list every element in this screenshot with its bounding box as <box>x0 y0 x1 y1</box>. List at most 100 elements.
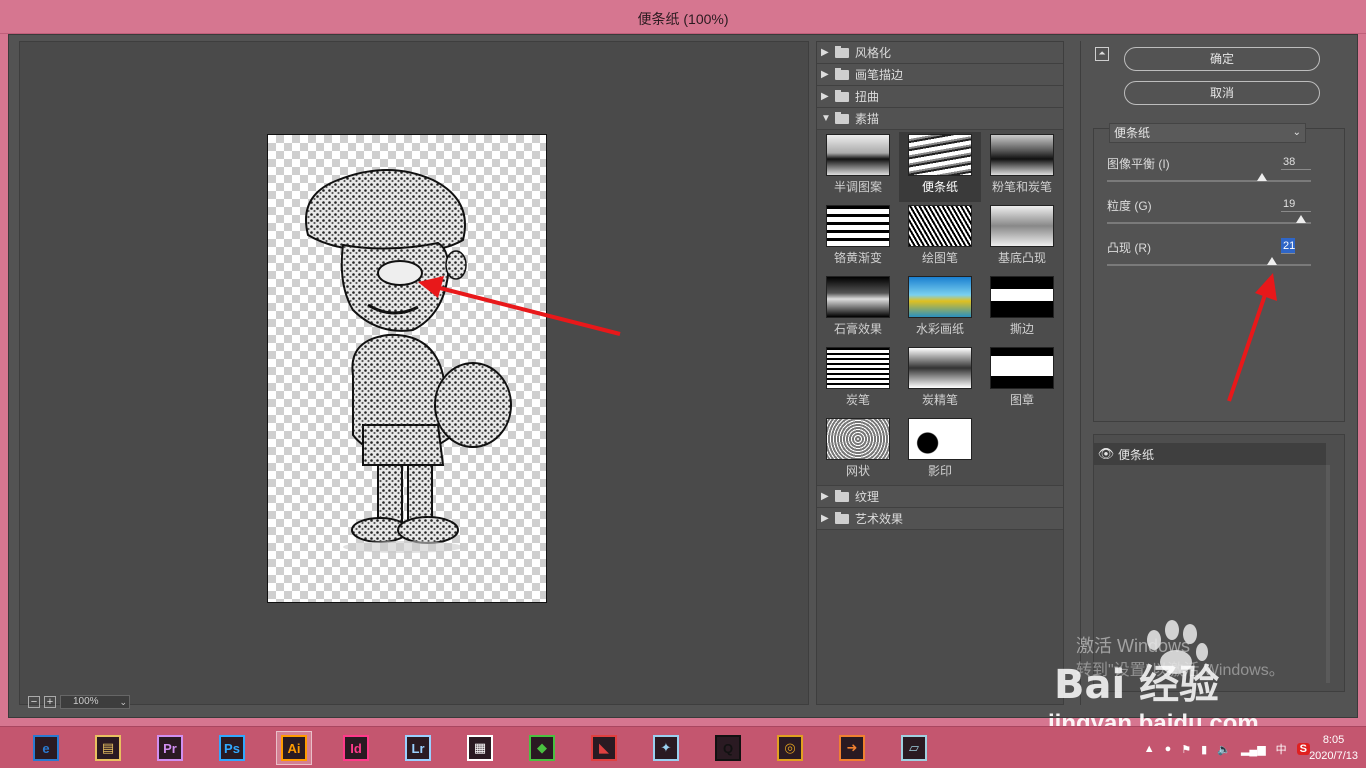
filter-label: 粉笔和炭笔 <box>991 180 1052 194</box>
category-label: 扭曲 <box>855 90 880 104</box>
filter-reticulation[interactable]: 网状 <box>817 416 899 486</box>
filter-thumbnail <box>908 347 972 389</box>
chrome-icon: ◎ <box>777 735 803 761</box>
slider-handle[interactable] <box>1257 173 1267 181</box>
slider-handle[interactable] <box>1296 215 1306 223</box>
filter-stamp[interactable]: 图章 <box>981 345 1063 415</box>
folder-open-icon <box>835 111 849 124</box>
filter-thumbnail <box>908 276 972 318</box>
preview-canvas[interactable] <box>267 134 547 603</box>
taskbar-red-app[interactable]: ◣ <box>586 731 622 765</box>
filter-select[interactable]: 便条纸 ⌄ <box>1109 123 1306 143</box>
taskbar-lightroom[interactable]: Lr <box>400 731 436 765</box>
filter-note-paper[interactable]: 便条纸 <box>899 132 981 202</box>
clock-time: 8:05 <box>1322 734 1345 746</box>
show-hidden-icons[interactable]: ▲ <box>1144 743 1155 755</box>
slider-track[interactable] <box>1107 222 1311 224</box>
taskbar-illustrator[interactable]: Ai <box>276 731 312 765</box>
slider-track[interactable] <box>1107 264 1311 266</box>
file-explorer-icon: ▤ <box>95 735 121 761</box>
filter-label: 基底凸现 <box>997 251 1046 265</box>
filter-torn-edges[interactable]: 撕边 <box>981 274 1063 344</box>
filter-bas-relief[interactable]: 基底凸现 <box>981 203 1063 273</box>
collapse-gallery-button[interactable]: ⏶ <box>1095 47 1109 61</box>
illustrator-icon: Ai <box>281 735 307 761</box>
taskbar-qq[interactable]: Q <box>710 731 746 765</box>
taskbar-file-explorer[interactable]: ▤ <box>90 731 126 765</box>
category-label: 纹理 <box>855 490 880 504</box>
layers-scrollbar[interactable] <box>1326 465 1330 683</box>
category-brush-strokes[interactable]: ▶ 画笔描边 <box>817 64 1063 86</box>
zoom-bar: − + 100% ⌄ <box>28 694 130 710</box>
eye-icon[interactable]: 👁 <box>1094 446 1118 462</box>
filter-gallery-list[interactable]: ▶ 风格化 ▶ 画笔描边 ▶ 扭曲 ▼ 素描 半调图案 便条纸 粉笔和炭笔 铬黄… <box>816 41 1064 705</box>
sketch-filter-thumbnails: 半调图案 便条纸 粉笔和炭笔 铬黄渐变 绘图笔 基底凸现 石膏效果 水彩画纸 撕… <box>817 130 1063 486</box>
volume-icon[interactable]: 🔈 <box>1217 743 1231 756</box>
zoom-out-button[interactable]: − <box>28 696 40 708</box>
filter-label: 撕边 <box>1009 322 1034 336</box>
filter-photocopy[interactable]: 影印 <box>899 416 981 486</box>
taskbar-photoshop[interactable]: Ps <box>214 731 250 765</box>
filter-charcoal[interactable]: 炭笔 <box>817 345 899 415</box>
taskbar-notes-app[interactable]: ▱ <box>896 731 932 765</box>
category-label: 素描 <box>855 112 880 126</box>
system-tray: ▲ ● ⚑ ▮ 🔈 ▂▄▆ 中 S <box>1144 741 1310 757</box>
ok-button[interactable]: 确定 <box>1124 47 1320 71</box>
category-texture[interactable]: ▶ 纹理 <box>817 486 1063 508</box>
folder-icon <box>835 89 849 102</box>
category-label: 画笔描边 <box>855 68 904 82</box>
zoom-in-button[interactable]: + <box>44 696 56 708</box>
category-artistic[interactable]: ▶ 艺术效果 <box>817 508 1063 530</box>
filter-chrome[interactable]: 铬黄渐变 <box>817 203 899 273</box>
param-value-input[interactable]: 21 <box>1281 238 1295 254</box>
slider-handle[interactable] <box>1267 257 1277 265</box>
flag-icon[interactable]: ⚑ <box>1181 743 1191 756</box>
taskbar-video-editor[interactable]: ▦ <box>462 731 498 765</box>
expanded-arrow-icon: ▼ <box>821 113 831 124</box>
battery-icon[interactable]: ▮ <box>1201 743 1207 756</box>
taskbar-green-app[interactable]: ◆ <box>524 731 560 765</box>
cancel-button[interactable]: 取消 <box>1124 81 1320 105</box>
zoom-select[interactable]: 100% ⌄ <box>60 695 130 709</box>
windows-taskbar: e ▤ Pr Ps Ai Id Lr ▦ ◆ ◣ ✦ Q ◎ ➜ ▱ ▲ ● ⚑ ▮ 🔈 ▂▄▆ 中 S 8… <box>0 726 1366 768</box>
embossed-character-image <box>305 169 512 553</box>
qq-tray-icon[interactable]: ● <box>1165 743 1172 755</box>
taskbar-indesign[interactable]: Id <box>338 731 374 765</box>
filter-conte-crayon[interactable]: 炭精笔 <box>899 345 981 415</box>
taskbar-chrome[interactable]: ◎ <box>772 731 808 765</box>
param-value-input[interactable]: 19 <box>1281 196 1311 212</box>
filter-water-paper[interactable]: 水彩画纸 <box>899 274 981 344</box>
lightroom-icon: Lr <box>405 735 431 761</box>
category-label: 风格化 <box>855 46 892 60</box>
filter-plaster[interactable]: 石膏效果 <box>817 274 899 344</box>
taskbar-browser-360[interactable]: e <box>28 731 64 765</box>
category-stylize[interactable]: ▶ 风格化 <box>817 42 1063 64</box>
filter-label: 影印 <box>927 464 952 478</box>
taskbar-bird-app[interactable]: ✦ <box>648 731 684 765</box>
category-distort[interactable]: ▶ 扭曲 <box>817 86 1063 108</box>
bird-app-icon: ✦ <box>653 735 679 761</box>
collapsed-arrow-icon: ▶ <box>821 47 829 58</box>
param-label: 粒度 (G) <box>1107 199 1152 213</box>
clock[interactable]: 8:05 2020/7/13 <box>1309 732 1358 764</box>
filter-chalk-charcoal[interactable]: 粉笔和炭笔 <box>981 132 1063 202</box>
taskbar-premiere[interactable]: Pr <box>152 731 188 765</box>
settings-panel: ⏶ 确定 取消 便条纸 ⌄ 图像平衡 (I) 38 粒度 (G) 19 凸现 (… <box>1080 41 1352 705</box>
filter-halftone-pattern[interactable]: 半调图案 <box>817 132 899 202</box>
category-sketch[interactable]: ▼ 素描 <box>817 108 1063 130</box>
ime-indicator[interactable]: 中 <box>1276 741 1287 757</box>
filter-graphic-pen[interactable]: 绘图笔 <box>899 203 981 273</box>
param-relief: 凸现 (R) 21 <box>1107 238 1323 275</box>
effect-layer-name: 便条纸 <box>1118 447 1155 462</box>
taskbar-orange-app[interactable]: ➜ <box>834 731 870 765</box>
sogou-icon[interactable]: S <box>1296 743 1310 755</box>
network-icon[interactable]: ▂▄▆ <box>1241 743 1266 756</box>
filter-thumbnail <box>826 418 890 460</box>
chevron-down-icon: ⌄ <box>1292 127 1301 138</box>
param-value-input[interactable]: 38 <box>1281 154 1311 170</box>
photoshop-icon: Ps <box>219 735 245 761</box>
preview-pane[interactable]: − + 100% ⌄ <box>19 41 809 709</box>
slider-track[interactable] <box>1107 180 1311 182</box>
browser-360-icon: e <box>33 735 59 761</box>
effect-layer-row[interactable]: 👁 便条纸 <box>1094 443 1326 465</box>
